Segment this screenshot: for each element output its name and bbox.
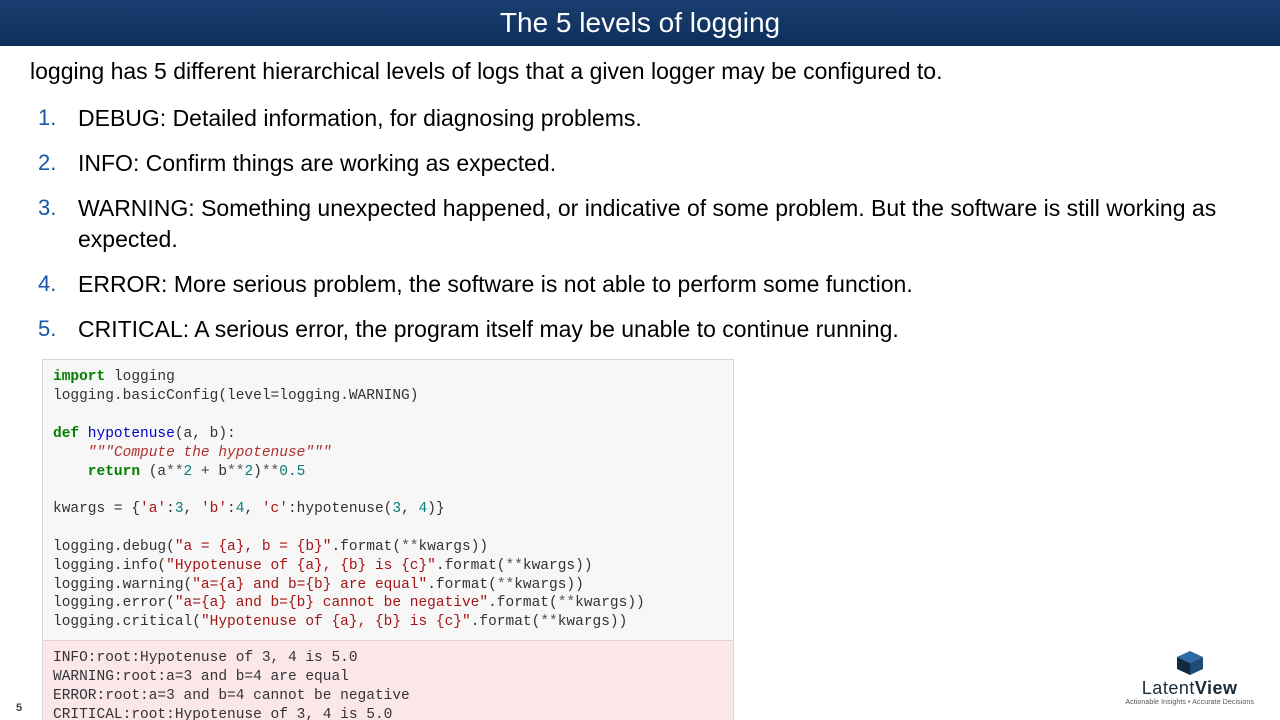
levels-list: DEBUG: Detailed information, for diagnos… [0, 103, 1280, 345]
code-source: import logging logging.basicConfig(level… [43, 360, 733, 640]
brand-name: LatentView [1125, 678, 1254, 699]
cube-icon [1175, 650, 1205, 676]
brand-logo: LatentView Actionable Insights • Accurat… [1125, 650, 1254, 706]
page-number: 5 [16, 702, 22, 714]
code-output: INFO:root:Hypotenuse of 3, 4 is 5.0 WARN… [43, 640, 733, 720]
level-item: INFO: Confirm things are working as expe… [50, 148, 1250, 179]
level-item: CRITICAL: A serious error, the program i… [50, 314, 1250, 345]
code-example: import logging logging.basicConfig(level… [42, 359, 734, 720]
slide-title: The 5 levels of logging [0, 0, 1280, 46]
level-item: ERROR: More serious problem, the softwar… [50, 269, 1250, 300]
level-item: DEBUG: Detailed information, for diagnos… [50, 103, 1250, 134]
intro-text: logging has 5 different hierarchical lev… [0, 46, 1280, 93]
brand-tagline: Actionable Insights • Accurate Decisions [1125, 699, 1254, 706]
level-item: WARNING: Something unexpected happened, … [50, 193, 1250, 255]
